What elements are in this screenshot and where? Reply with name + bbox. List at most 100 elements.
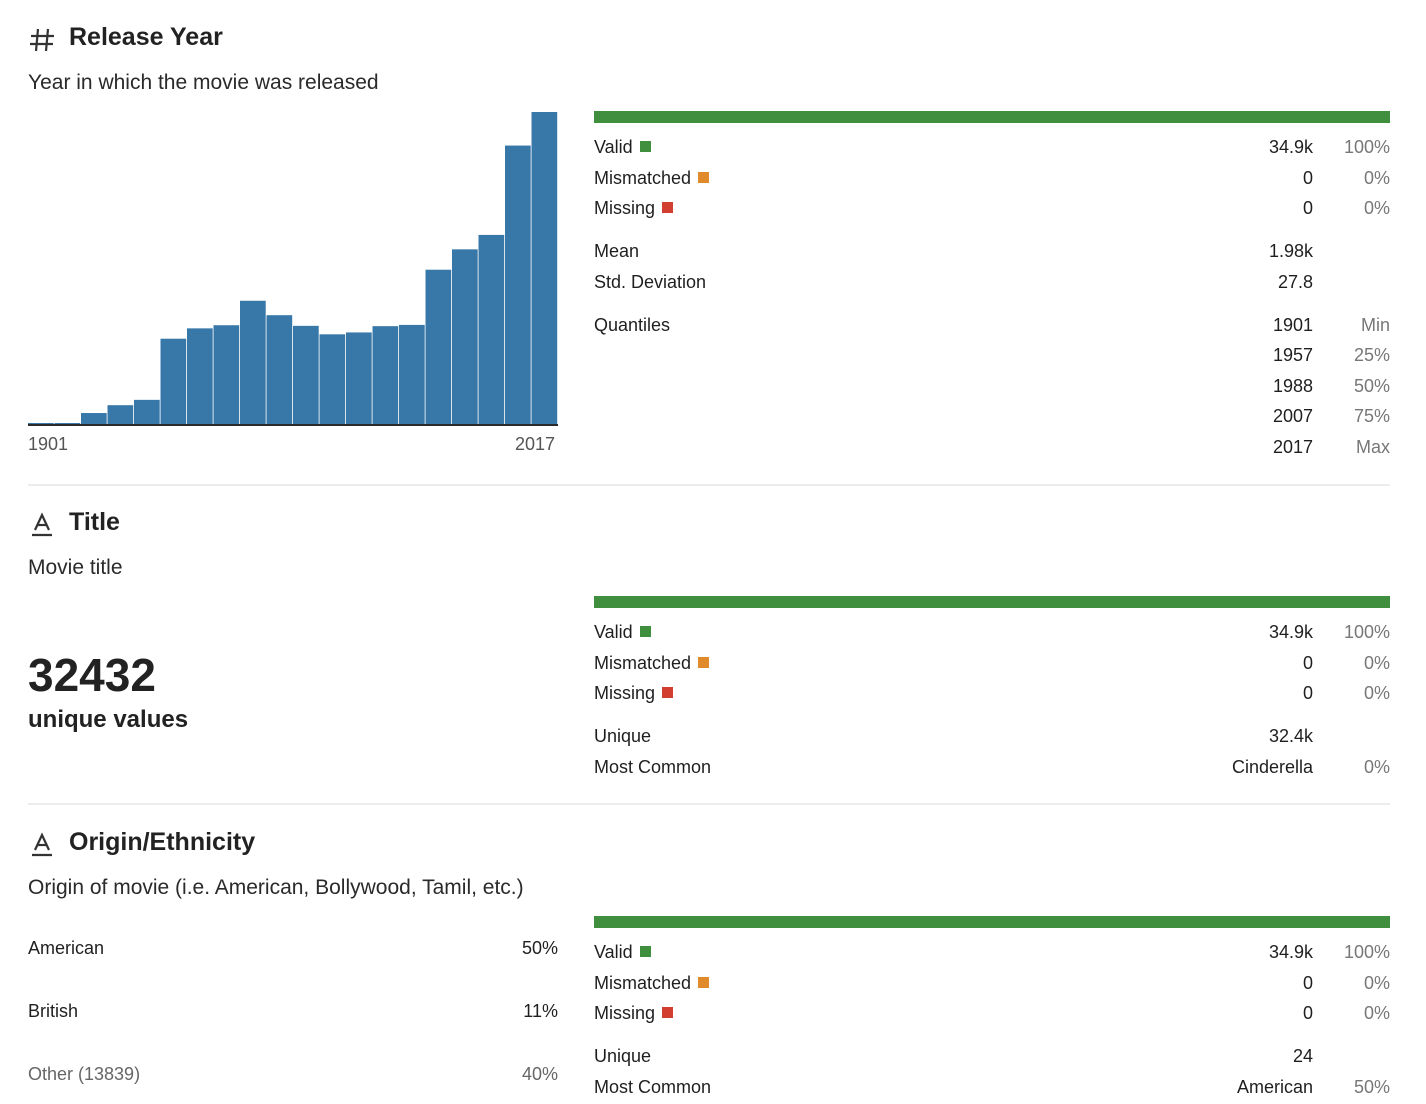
section-title: Origin/Ethnicity: [69, 828, 256, 856]
histogram-bar: [452, 249, 478, 424]
valid-label: Valid: [594, 942, 633, 962]
validity-bar: [594, 596, 1390, 608]
most-common-pct: 0%: [1363, 757, 1390, 777]
category-pct: 11%: [523, 1001, 558, 1021]
histogram-bar: [372, 326, 399, 424]
text-type-icon: [32, 512, 52, 537]
std-value: 27.8: [1277, 272, 1313, 292]
histogram-axis: [28, 424, 558, 426]
category-label: British: [28, 1001, 79, 1021]
histogram-bar: [160, 338, 187, 424]
unique-value: 32.4k: [1268, 726, 1313, 746]
quantiles-label: Quantiles: [594, 315, 671, 335]
quantile-row: Quantiles 1901 Min: [594, 315, 1390, 339]
mismatched-label: Mismatched: [594, 168, 692, 188]
missing-pct: 0%: [1363, 683, 1390, 703]
valid-swatch: [639, 141, 651, 152]
validity-bar: [594, 916, 1390, 928]
hash-icon: [30, 28, 54, 52]
valid-pct: 100%: [1343, 137, 1390, 157]
missing-row: Missing 0 0%: [594, 683, 1390, 707]
valid-value: 34.9k: [1268, 622, 1313, 642]
std-label: Std. Deviation: [594, 272, 707, 292]
mismatched-label: Mismatched: [594, 973, 692, 993]
histogram-min-label: 1901: [28, 434, 69, 454]
unique-count: 32432: [28, 649, 156, 701]
most-common-value: Cinderella: [1231, 757, 1313, 777]
quantile-row: 1957 25%: [594, 345, 1390, 369]
quantile-value: 1901: [1272, 315, 1313, 335]
std-row: Std. Deviation 27.8: [594, 272, 1390, 296]
histogram-bar: [187, 328, 213, 424]
missing-swatch: [662, 202, 674, 213]
text-type-icon: [32, 832, 52, 857]
missing-value: 0: [1302, 198, 1313, 218]
mismatched-row: Mismatched 0 0%: [594, 973, 1390, 997]
quantile-row: 2017 Max: [594, 437, 1390, 461]
mismatched-value: 0: [1302, 168, 1313, 188]
most-common-row: Most Common Cinderella 0%: [594, 757, 1390, 781]
quantile-label: Min: [1360, 315, 1390, 335]
category-label: American: [28, 938, 105, 958]
quantile-value: 1988: [1272, 376, 1313, 396]
most-common-label: Most Common: [594, 757, 712, 777]
histogram-bar: [425, 269, 452, 424]
mismatched-row: Mismatched 0 0%: [594, 653, 1390, 677]
missing-pct: 0%: [1363, 198, 1390, 218]
section-title: Release Year: [69, 23, 223, 51]
histogram-max-label: 2017: [515, 434, 556, 454]
quantile-row: 1988 50%: [594, 376, 1390, 400]
mismatched-value: 0: [1302, 973, 1313, 993]
quantile-row: 2007 75%: [594, 406, 1390, 430]
most-common-row: Most Common American 50%: [594, 1077, 1390, 1101]
histogram-bar: [266, 315, 293, 424]
histogram-bar: [134, 399, 160, 424]
missing-value: 0: [1302, 1003, 1313, 1023]
valid-value: 34.9k: [1268, 137, 1313, 157]
missing-pct: 0%: [1363, 1003, 1390, 1023]
valid-value: 34.9k: [1268, 942, 1313, 962]
histogram-bar: [81, 413, 107, 424]
mismatched-pct: 0%: [1363, 973, 1390, 993]
histogram-bar: [107, 405, 134, 424]
unique-label: Unique: [594, 726, 652, 746]
unique-row: Unique 32.4k: [594, 726, 1390, 750]
valid-row: Valid 34.9k 100%: [594, 942, 1390, 966]
most-common-label: Most Common: [594, 1077, 712, 1097]
mismatched-swatch: [698, 977, 710, 988]
quantile-value: 2007: [1272, 406, 1313, 426]
histogram-bar: [213, 325, 240, 424]
quantile-label: 75%: [1353, 406, 1390, 426]
missing-row: Missing 0 0%: [594, 198, 1390, 222]
mismatched-row: Mismatched 0 0%: [594, 168, 1390, 192]
section-description: Movie title: [28, 556, 123, 579]
most-common-value: American: [1236, 1077, 1313, 1097]
histogram-bar: [399, 324, 425, 424]
unique-value: 24: [1292, 1046, 1313, 1066]
missing-value: 0: [1302, 683, 1313, 703]
category-pct: 40%: [521, 1064, 558, 1084]
validity-bar: [594, 111, 1390, 123]
mismatched-pct: 0%: [1363, 168, 1390, 188]
quantile-label: Max: [1355, 437, 1390, 457]
mean-value: 1.98k: [1268, 241, 1313, 261]
valid-swatch: [639, 626, 651, 637]
missing-row: Missing 0 0%: [594, 1003, 1390, 1027]
histogram-bar: [478, 234, 505, 424]
section-divider: [28, 484, 1390, 486]
mismatched-value: 0: [1302, 653, 1313, 673]
missing-label: Missing: [594, 198, 656, 218]
category-pct: 50%: [521, 938, 558, 958]
mean-label: Mean: [594, 241, 640, 261]
quantile-value: 1957: [1272, 345, 1313, 365]
quantile-value: 2017: [1272, 437, 1313, 457]
valid-swatch: [639, 946, 651, 957]
valid-pct: 100%: [1343, 942, 1390, 962]
valid-label: Valid: [594, 622, 633, 642]
valid-row: Valid 34.9k 100%: [594, 137, 1390, 161]
valid-pct: 100%: [1343, 622, 1390, 642]
mismatched-swatch: [698, 172, 710, 183]
missing-label: Missing: [594, 1003, 656, 1023]
section-description: Origin of movie (i.e. American, Bollywoo…: [28, 876, 524, 899]
unique-row: Unique 24: [594, 1046, 1390, 1070]
